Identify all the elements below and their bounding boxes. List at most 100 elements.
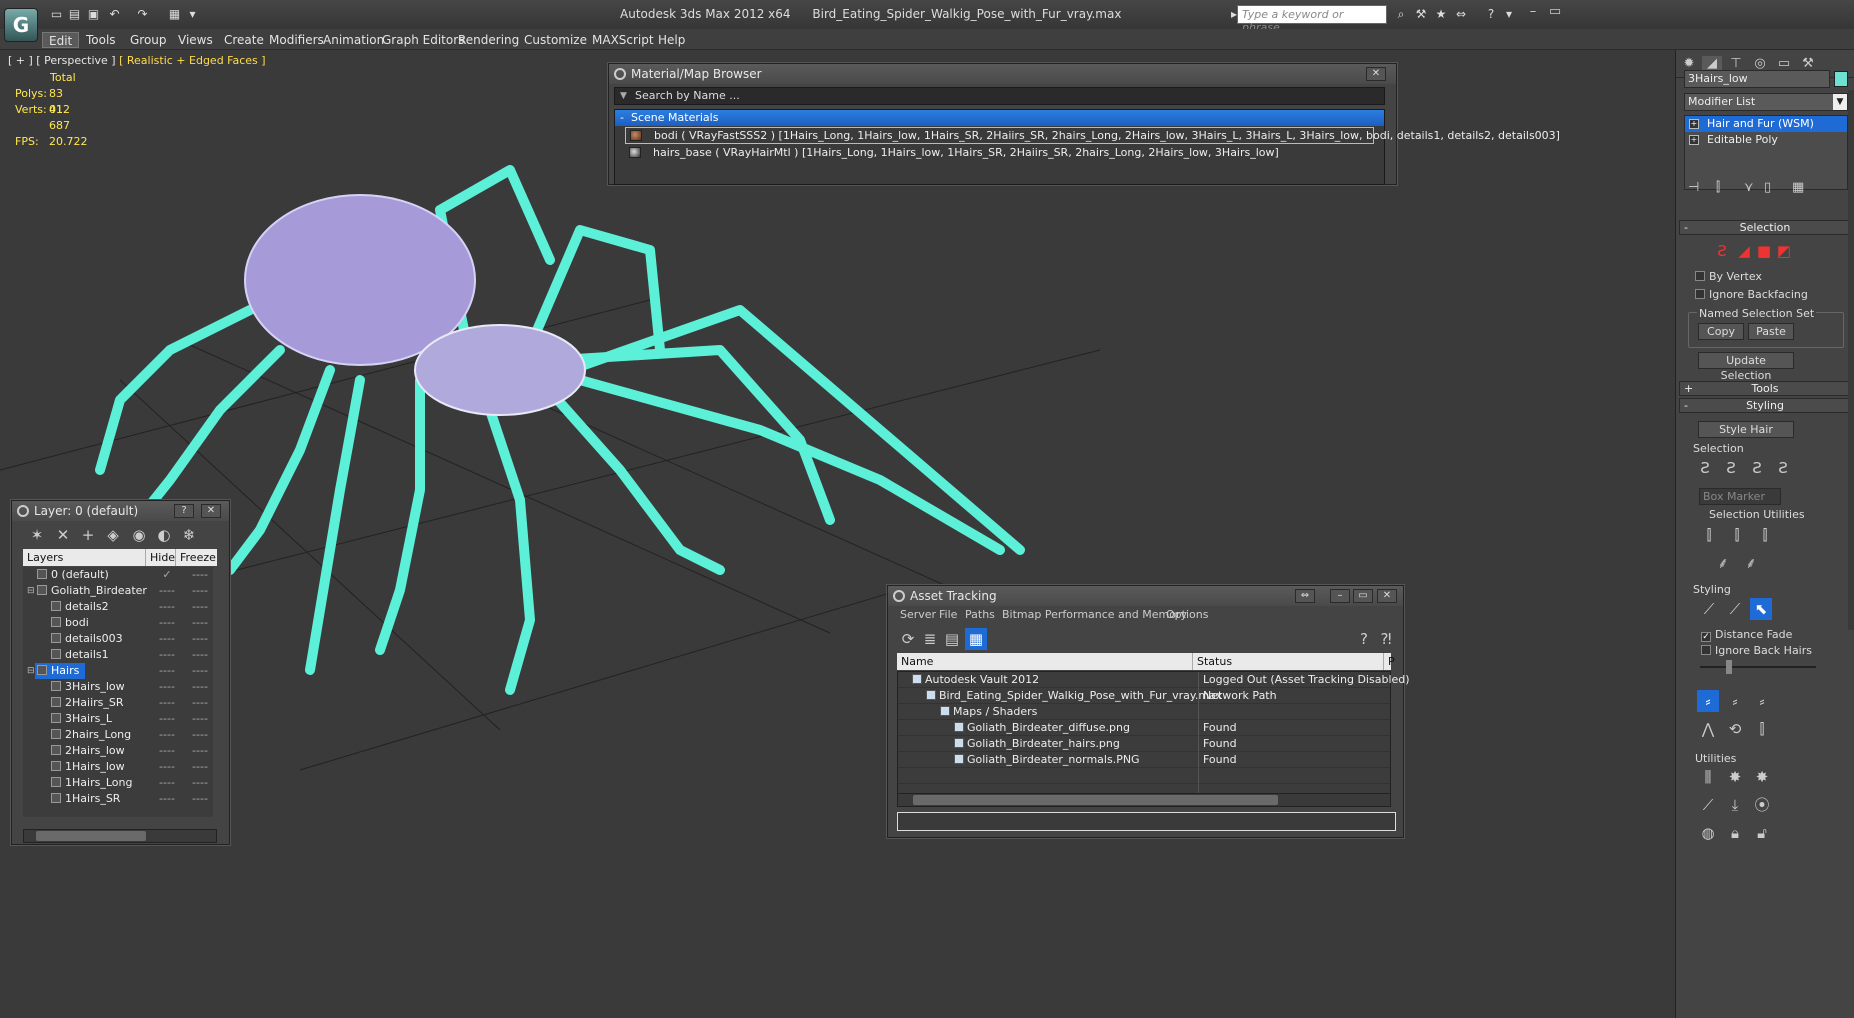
layer-name[interactable]: 2Hairs_low [49,743,131,759]
menu-help[interactable]: Help [652,32,691,48]
communication-center-icon[interactable]: ★ [1432,6,1450,23]
exchange-icon[interactable]: ⇔ [1452,6,1470,23]
at-menu-bitmap-performance[interactable]: Bitmap Performance and Memory [1002,608,1187,621]
open-file-icon[interactable]: ▤ [66,6,83,23]
ignore-backfacing-checkbox[interactable]: Ignore Backfacing [1695,288,1808,301]
expand-icon[interactable]: + [1689,119,1699,129]
layer-freeze-toggle[interactable]: ---- [190,663,210,679]
scrollbar-thumb[interactable] [36,831,146,841]
layer-freeze-toggle[interactable]: ---- [190,711,210,727]
ignore-back-hairs-checkbox[interactable]: Ignore Back Hairs [1701,644,1812,657]
refresh-icon[interactable]: ⟳ [897,628,919,650]
menu-tools[interactable]: Tools [80,32,122,48]
layer-row[interactable]: 1Hairs_SR ---- ---- [23,791,213,807]
material-browser-title-bar[interactable]: Material/Map Browser ✕ [609,64,1396,84]
layer-hide-toggle[interactable]: ---- [157,599,177,615]
layer-freeze-toggle[interactable]: ---- [190,615,210,631]
asset-row[interactable]: Autodesk Vault 2012 Logged Out (Asset Tra… [898,672,1410,688]
menu-edit[interactable]: Edit [42,32,80,48]
freeze-all-layers-icon[interactable]: ❄ [178,524,200,546]
invert-selection-icon[interactable]: Ƨ [1720,457,1742,479]
select-icon[interactable]: ⬉ [1750,598,1772,620]
layer-name[interactable]: 3Hairs_low [49,679,131,695]
scale-icon[interactable]: ⫿ [1751,718,1773,740]
layer-hide-toggle[interactable]: ---- [157,775,177,791]
layer-freeze-toggle[interactable]: ---- [190,599,210,615]
layer-hide-toggle[interactable]: ---- [157,743,177,759]
select-hair-icon[interactable]: Ƨ [1694,457,1716,479]
scrollbar-thumb[interactable] [913,795,1278,805]
layer-hide-toggle[interactable]: ---- [157,663,177,679]
expand-selection-icon[interactable]: Ƨ [1772,457,1794,479]
menu-customize[interactable]: Customize [518,32,593,48]
paste-button[interactable]: Paste [1748,323,1794,340]
layer-name[interactable]: 2Haiirs_SR [49,695,130,711]
stand-icon[interactable]: ⸗ [1724,690,1746,712]
menu-rendering[interactable]: Rendering [452,32,525,48]
hide-selected-icon[interactable]: ⫿ [1698,524,1720,546]
name-column-header[interactable]: Name [897,653,1193,670]
modifier-list-dropdown[interactable]: Modifier List ▼ [1684,93,1848,111]
layer-name[interactable]: 1Hairs_low [49,759,131,775]
select-objects-icon[interactable]: ◈ [102,524,124,546]
collapse-icon[interactable]: - [620,110,624,126]
hide-all-layers-icon[interactable]: ◐ [153,524,175,546]
add-to-layer-icon[interactable]: + [77,524,99,546]
viewport-plus-menu[interactable]: [ + ] [8,54,33,67]
material-row[interactable]: bodi ( VRayFastSSS2 ) [1Hairs_Long, 1Hai… [625,127,1560,144]
layer-row[interactable]: 3Hairs_L ---- ---- [23,711,213,727]
tools-rollout-header[interactable]: + Tools [1679,381,1851,396]
layer-horizontal-scrollbar[interactable] [23,829,217,843]
material-row[interactable]: hairs_base ( VRayHairMtl ) [1Hairs_Long,… [625,145,1374,162]
layer-hide-toggle[interactable]: ---- [157,647,177,663]
brush-size-slider-handle[interactable] [1726,660,1732,674]
layer-freeze-toggle[interactable]: ---- [190,679,210,695]
layer-row[interactable]: details1 ---- ---- [23,647,213,663]
layer-name[interactable]: 1Hairs_Long [49,775,138,791]
remove-modifier-icon[interactable]: ▯ [1764,180,1771,195]
style-hair-button[interactable]: Style Hair [1698,421,1794,438]
pop-zero-icon[interactable]: ✸ [1751,766,1773,788]
object-color-swatch[interactable] [1834,71,1848,87]
help-dropdown-icon[interactable]: ▾ [1500,6,1518,23]
viewport-view-menu[interactable]: [ Perspective ] [36,54,115,67]
asset-row[interactable]: Maps / Shaders [898,704,1390,720]
viewport-label[interactable]: [ + ] [ Perspective ] [ Realistic + Edge… [8,54,266,67]
layer-name[interactable]: 2hairs_Long [49,727,137,743]
brush-icon[interactable]: ⟋ [1697,794,1719,816]
layer-hide-toggle[interactable]: ---- [157,727,177,743]
asset-row[interactable]: Goliath_Birdeater_normals.PNG Found [898,752,1390,768]
at-menu-paths[interactable]: Paths [965,608,995,621]
layer-hide-toggle[interactable]: ---- [157,679,177,695]
binoculars-icon[interactable]: ⌕ [1392,6,1410,23]
search-options-icon[interactable]: ▼ [620,91,627,101]
minimize-icon[interactable]: – [1330,589,1350,603]
pin-stack-icon[interactable]: ⊣ [1688,180,1699,195]
show-hidden-icon[interactable]: ⫿ [1726,524,1748,546]
project-folder-icon[interactable]: ▦ [166,6,183,23]
unlock-hairs-icon[interactable]: 🔓︎ [1751,822,1773,844]
new-layer-icon[interactable]: ✶ [26,524,48,546]
layer-hide-toggle[interactable]: ---- [157,695,177,711]
attenuate-icon[interactable]: ⫼ [1697,766,1719,788]
distance-fade-checkbox[interactable]: ✓ Distance Fade [1701,628,1792,642]
context-help-icon[interactable]: ⁈ [1375,628,1397,650]
layer-row[interactable]: ⊟ Hairs ---- ---- [23,663,213,679]
layer-dialog-close-button[interactable]: ✕ [201,504,221,518]
element-icon[interactable]: ◩ [1773,240,1795,262]
help-icon[interactable]: ? [1353,628,1375,650]
asset-row[interactable]: Goliath_Birdeater_hairs.png Found [898,736,1390,752]
layer-row[interactable]: details2 ---- ---- [23,599,213,615]
box-marker-dropdown[interactable]: Box Marker [1699,488,1781,505]
scene-materials-group[interactable]: - Scene Materials [615,110,1384,126]
viewport-shading-menu[interactable]: [ Realistic + Edged Faces ] [119,54,265,67]
make-unique-icon[interactable]: ⋎ [1744,180,1754,195]
minimize-window-button[interactable]: – [1523,4,1543,22]
toggle-collisions-icon[interactable]: ◍ [1697,822,1719,844]
stack-item-hair-and-fur[interactable]: + Hair and Fur (WSM) [1685,116,1847,132]
asset-path-field[interactable] [897,812,1396,831]
object-name-field[interactable]: 3Hairs_low [1684,70,1830,88]
unlock-icon[interactable]: ⸙ [1740,552,1762,574]
layer-hide-toggle[interactable]: ---- [157,631,177,647]
status-column-header[interactable]: Status [1193,653,1384,670]
